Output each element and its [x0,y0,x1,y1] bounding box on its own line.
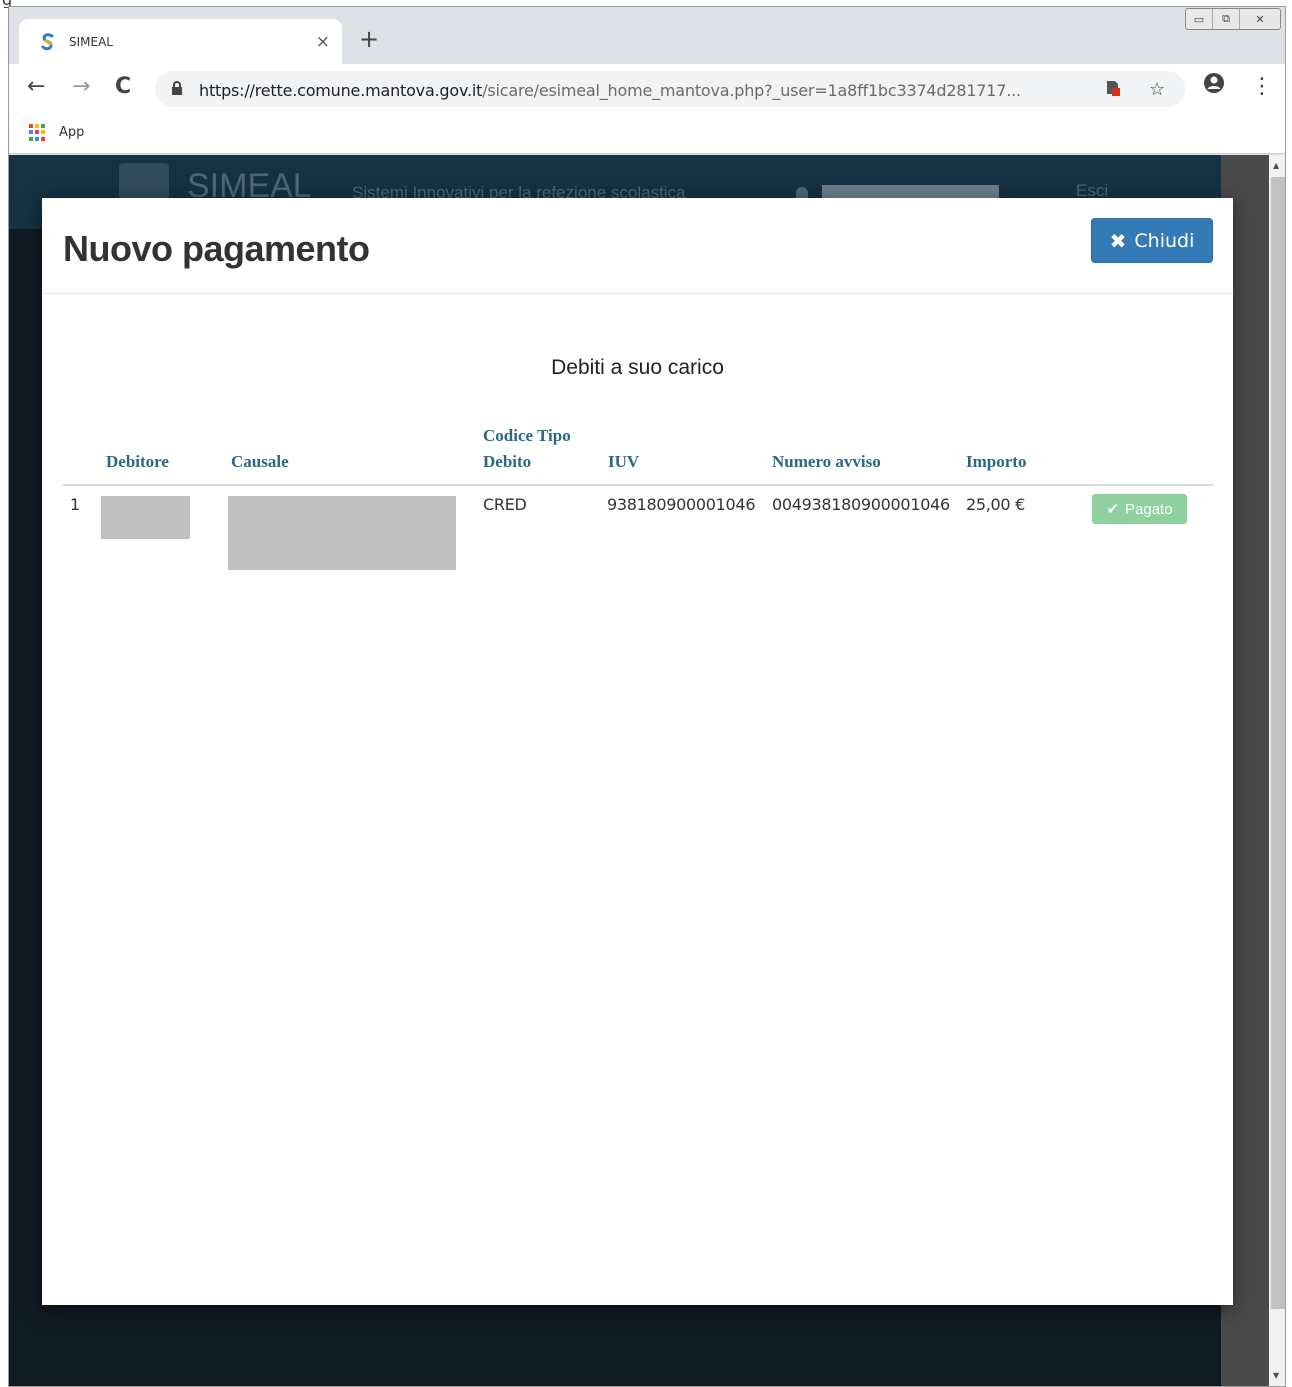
status-label: Pagato [1125,500,1173,518]
page-scrollbar[interactable]: ▲ ▼ [1269,155,1285,1386]
bookmark-star-icon[interactable]: ☆ [1149,79,1165,100]
url-path: /sicare/esimeal_home_mantova.php?_user=1… [482,81,1021,100]
new-tab-button[interactable]: + [359,25,379,53]
close-window-button[interactable]: ✕ [1240,9,1280,29]
simeal-favicon-icon [39,32,57,51]
close-modal-button[interactable]: ✖ Chiudi [1091,218,1213,263]
site-settings-blocked-icon[interactable] [1105,79,1121,102]
browser-menu-icon[interactable]: ⋮ [1251,74,1273,99]
bookmarks-bar: App [9,114,1285,154]
table-header: Debitore Causale Codice Tipo Debito IUV N… [63,426,1213,486]
debts-section-title: Debiti a suo carico [551,356,724,379]
column-header-numero-avviso: Numero avviso [772,452,881,471]
restore-button[interactable]: ⧉ [1213,9,1240,29]
column-header-codice-line2: Debito [483,452,532,471]
column-header-debitore: Debitore [106,452,169,471]
iuv-value: 938180900001046 [607,495,756,514]
column-header-importo: Importo [966,452,1027,471]
apps-bookmark-label[interactable]: App [59,125,84,140]
lock-icon [171,81,183,95]
tab-title: SIMEAL [69,34,113,49]
modal-title: Nuovo pagamento [63,228,370,269]
scroll-up-arrow-icon[interactable]: ▲ [1273,161,1279,170]
column-header-codice-tipo-debito: Codice Tipo Debito [483,423,571,475]
causale-redacted [228,496,456,570]
codice-tipo-debito-value: CRED [483,495,527,514]
back-arrow-icon[interactable]: ← [27,74,45,99]
check-icon: ✔ [1106,501,1120,518]
scroll-down-arrow-icon[interactable]: ▼ [1273,1371,1279,1380]
numero-avviso-value: 004938180900001046 [772,495,950,514]
address-bar[interactable]: https://rette.comune.mantova.gov.it/sica… [155,71,1185,107]
browser-toolbar: ← → C https://rette.comune.mantova.gov.i… [9,64,1285,114]
column-header-codice-line1: Codice Tipo [483,426,571,445]
table-row: 1 CRED 938180900001046 00493818090000104… [63,486,1213,576]
debitore-redacted [101,496,190,539]
debts-table: Debitore Causale Codice Tipo Debito IUV N… [63,426,1213,576]
reload-icon[interactable]: C [115,74,131,99]
forward-arrow-icon[interactable]: → [72,74,90,99]
status-badge: ✔ Pagato [1092,494,1187,524]
modal-header: Nuovo pagamento ✖ Chiudi [42,198,1233,294]
importo-value: 25,00 € [966,495,1025,514]
browser-window: ▭ ⧉ ✕ SIMEAL × + ← → C https://rette.com… [8,6,1286,1387]
window-controls: ▭ ⧉ ✕ [1185,8,1281,30]
row-index: 1 [70,495,80,514]
tab-close-icon[interactable]: × [316,32,330,52]
column-header-causale: Causale [231,452,289,471]
minimize-button[interactable]: ▭ [1186,9,1213,29]
close-button-label: Chiudi [1134,229,1195,252]
apps-grid-icon[interactable] [29,124,46,141]
payment-modal: Nuovo pagamento ✖ Chiudi Debiti a suo ca… [42,198,1233,1305]
close-x-icon: ✖ [1109,228,1127,253]
url-host: https://rette.comune.mantova.gov.it [199,81,483,100]
scroll-thumb[interactable] [1271,177,1285,1309]
browser-tab[interactable]: SIMEAL × [19,19,342,64]
column-header-iuv: IUV [608,452,640,471]
account-icon[interactable] [1203,72,1225,100]
url-text: https://rette.comune.mantova.gov.it/sica… [199,81,1021,100]
